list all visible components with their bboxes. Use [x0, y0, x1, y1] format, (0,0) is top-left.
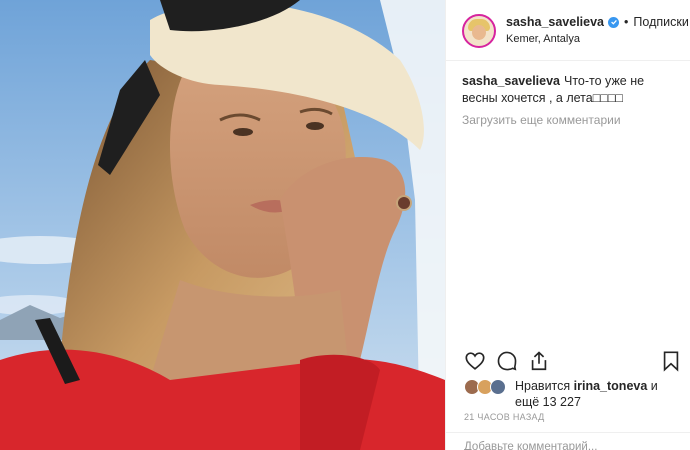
post-header: sasha_savelieva • Подписки Kemer, Antaly… [446, 0, 690, 61]
comment-icon[interactable] [496, 350, 518, 372]
likes-prefix: Нравится [515, 379, 571, 393]
post-actions [462, 350, 682, 372]
likes-summary: Нравится irina_toneva и ещё 13 227 [464, 378, 665, 410]
caption-username[interactable]: sasha_savelieva [462, 74, 560, 88]
author-info: sasha_savelieva • Подписки Kemer, Antaly… [506, 15, 689, 45]
following-button[interactable]: Подписки [633, 15, 688, 29]
likes-text: Нравится irina_toneva и ещё 13 227 [515, 378, 665, 410]
verified-badge-icon [608, 16, 620, 28]
load-more-comments-button[interactable]: Загрузить еще комментарии [462, 113, 674, 127]
post-sidebar: sasha_savelieva • Подписки Kemer, Antaly… [445, 0, 690, 450]
post-location[interactable]: Kemer, Antalya [506, 33, 689, 45]
post-photo-image [0, 0, 445, 450]
add-comment-input[interactable]: Добавьте комментарий... [446, 432, 690, 450]
post-photo[interactable] [0, 0, 445, 450]
bookmark-icon[interactable] [660, 350, 682, 372]
post-timestamp[interactable]: 21 ЧАСОВ НАЗАД [464, 412, 545, 422]
post-caption: sasha_savelieva Что-то уже не весны хочет… [462, 73, 674, 107]
author-avatar[interactable] [462, 14, 496, 48]
author-username[interactable]: sasha_savelieva [506, 15, 604, 29]
liker-username[interactable]: irina_toneva [574, 379, 648, 393]
header-separator: • [624, 15, 629, 29]
liker-avatars [464, 379, 506, 395]
comments-section: sasha_savelieva Что-то уже не весны хочет… [446, 61, 690, 343]
liker-avatar [490, 379, 506, 395]
heart-icon[interactable] [464, 350, 486, 372]
share-icon[interactable] [528, 350, 550, 372]
